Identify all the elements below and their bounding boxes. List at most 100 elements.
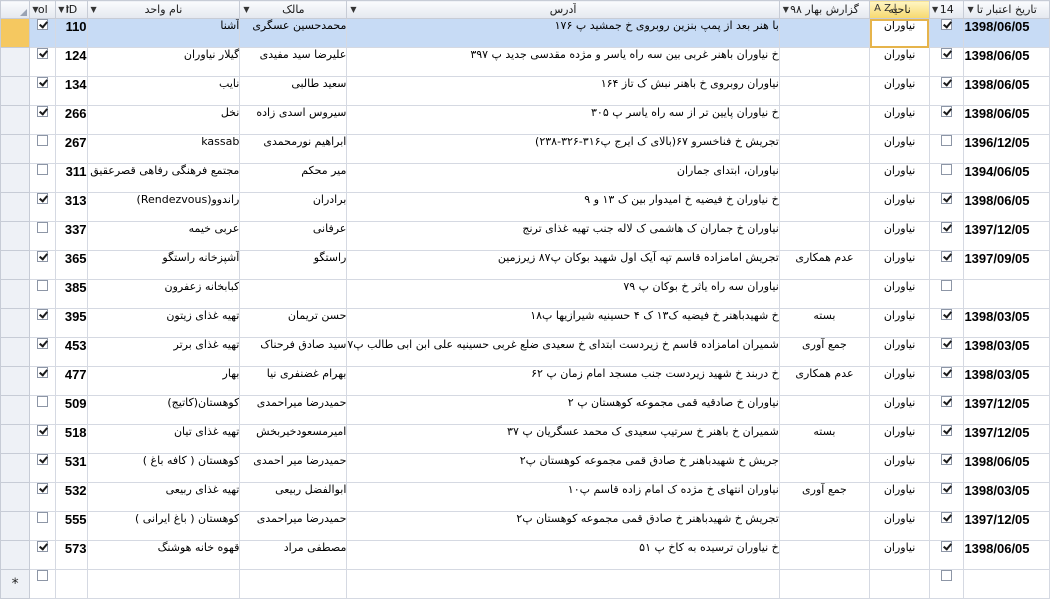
report-cell[interactable]: [778, 511, 871, 541]
c14-checkbox[interactable]: [941, 164, 953, 175]
ol-checkbox[interactable]: [37, 309, 49, 320]
record-selector[interactable]: [0, 337, 31, 367]
owner-cell[interactable]: عرفانی: [239, 221, 348, 251]
address-cell[interactable]: تجریش خ فناخسرو ۶۷(بالای ک ایرج پ۳۱۶-۳۲۶…: [346, 134, 780, 164]
ol-cell[interactable]: [29, 18, 57, 48]
report-cell[interactable]: بسته: [778, 424, 871, 454]
report-cell[interactable]: [778, 47, 871, 77]
region-cell[interactable]: نیاوران: [869, 18, 930, 48]
ol-checkbox[interactable]: [37, 280, 49, 291]
ol-cell[interactable]: [29, 569, 57, 599]
address-cell[interactable]: خ نیاوران خ فیضیه خ امیدوار بین ک ۱۳ و ۹: [346, 192, 780, 222]
table-row[interactable]: 266 نخل سیروس اسدی زاده خ نیاوران پایین …: [0, 105, 1050, 135]
table-row[interactable]: 311 مجتمع فرهنگی رفاهی قصرعقیق میر محکم …: [0, 163, 1050, 193]
ol-cell[interactable]: [29, 540, 57, 570]
table-row[interactable]: 110 آشنا محمدحسین عسگری با هنر بعد از پم…: [0, 18, 1050, 48]
owner-cell[interactable]: حمیدرضا میراحمدی: [239, 511, 348, 541]
ol-cell[interactable]: [29, 76, 57, 106]
region-cell[interactable]: نیاوران: [869, 511, 930, 541]
c14-cell[interactable]: [928, 453, 965, 483]
owner-cell[interactable]: ابوالفضل ربیعی: [239, 482, 348, 512]
c14-checkbox[interactable]: [941, 425, 953, 436]
region-cell[interactable]: نیاوران: [869, 163, 930, 193]
region-cell[interactable]: نیاوران: [869, 250, 930, 280]
region-cell[interactable]: نیاوران: [869, 279, 930, 309]
region-cell[interactable]: نیاوران: [869, 337, 930, 367]
unit-name-cell[interactable]: کوهستان ( کافه باغ ): [86, 453, 241, 483]
address-cell[interactable]: [346, 569, 780, 599]
new-record-row[interactable]: *: [0, 569, 1050, 599]
region-cell[interactable]: نیاوران: [869, 47, 930, 77]
unit-name-cell[interactable]: عربی خیمه: [86, 221, 241, 251]
c14-checkbox[interactable]: [941, 135, 953, 146]
id-cell[interactable]: 531: [55, 453, 88, 483]
region-cell[interactable]: نیاوران: [869, 366, 930, 396]
table-row[interactable]: 573 قهوه خانه هوشنگ مصطفی مراد خ نیاوران…: [0, 540, 1050, 570]
unit-name-cell[interactable]: تهیه غذای تیان: [86, 424, 241, 454]
unit-name-cell[interactable]: کوهستان(کاتیج): [86, 395, 241, 425]
c14-cell[interactable]: [928, 337, 965, 367]
record-selector[interactable]: [0, 76, 31, 106]
record-selector[interactable]: [0, 134, 31, 164]
record-selector[interactable]: [0, 540, 31, 570]
address-cell[interactable]: شمیران خ باهنر خ سرتیپ سعیدی ک محمد عسگر…: [346, 424, 780, 454]
unit-name-cell[interactable]: تهیه غذای برتر: [86, 337, 241, 367]
c14-cell[interactable]: [928, 221, 965, 251]
ol-checkbox[interactable]: [37, 454, 49, 465]
owner-cell[interactable]: سیروس اسدی زاده: [239, 105, 348, 135]
valid-date-cell[interactable]: 1396/12/05: [963, 134, 1050, 164]
dropdown-arrow-icon[interactable]: ▼: [967, 5, 973, 14]
region-cell[interactable]: [869, 569, 930, 599]
sort-ascending-icon[interactable]: ↑▼: [58, 5, 71, 14]
region-cell[interactable]: نیاوران: [869, 424, 930, 454]
valid-date-cell[interactable]: 1398/03/05: [963, 337, 1050, 367]
ol-cell[interactable]: [29, 163, 57, 193]
table-row[interactable]: 531 کوهستان ( کافه باغ ) حمیدرضا میر احم…: [0, 453, 1050, 483]
table-row[interactable]: 518 تهیه غذای تیان امیرمسعودخیربخش شمیرا…: [0, 424, 1050, 454]
ol-checkbox[interactable]: [37, 222, 49, 233]
id-cell[interactable]: 453: [55, 337, 88, 367]
region-cell[interactable]: نیاوران: [869, 76, 930, 106]
valid-date-cell[interactable]: 1398/06/05: [963, 192, 1050, 222]
c14-cell[interactable]: [928, 47, 965, 77]
c14-checkbox[interactable]: [941, 396, 953, 407]
id-cell[interactable]: 573: [55, 540, 88, 570]
valid-date-cell[interactable]: 1394/06/05: [963, 163, 1050, 193]
c14-cell[interactable]: [928, 540, 965, 570]
record-selector[interactable]: [0, 279, 31, 309]
c14-cell[interactable]: [928, 18, 965, 48]
c14-cell[interactable]: [928, 76, 965, 106]
unit-name-cell[interactable]: آشپزخانه راستگو: [86, 250, 241, 280]
ol-cell[interactable]: [29, 424, 57, 454]
owner-cell[interactable]: میر محکم: [239, 163, 348, 193]
c14-cell[interactable]: [928, 395, 965, 425]
region-cell[interactable]: نیاوران: [869, 395, 930, 425]
valid-date-cell[interactable]: 1398/06/05: [963, 47, 1050, 77]
region-cell[interactable]: نیاوران: [869, 221, 930, 251]
address-cell[interactable]: خ شهیدباهنر خ فیضیه ک۱۳ ک ۴ حسینیه شیراز…: [346, 308, 780, 338]
ol-checkbox[interactable]: [37, 251, 49, 262]
c14-checkbox[interactable]: [941, 106, 953, 117]
column-header-14[interactable]: 14 ▼: [928, 0, 965, 19]
ol-checkbox[interactable]: [37, 193, 49, 204]
record-selector[interactable]: [0, 308, 31, 338]
unit-name-cell[interactable]: kassab: [86, 134, 241, 164]
table-row[interactable]: 509 کوهستان(کاتیج) حمیدرضا میراحمدی نیاو…: [0, 395, 1050, 425]
id-cell[interactable]: 337: [55, 221, 88, 251]
c14-checkbox[interactable]: [941, 338, 953, 349]
report-cell[interactable]: [778, 221, 871, 251]
c14-cell[interactable]: [928, 163, 965, 193]
owner-cell[interactable]: سید صادق فرحناک: [239, 337, 348, 367]
owner-cell[interactable]: حسن تریمان: [239, 308, 348, 338]
record-selector[interactable]: [0, 105, 31, 135]
owner-cell[interactable]: علیرضا سید مفیدی: [239, 47, 348, 77]
unit-name-cell[interactable]: مجتمع فرهنگی رفاهی قصرعقیق: [86, 163, 241, 193]
c14-checkbox[interactable]: [941, 309, 953, 320]
c14-cell[interactable]: [928, 511, 965, 541]
c14-checkbox[interactable]: [941, 280, 953, 291]
valid-date-cell[interactable]: 1397/12/05: [963, 395, 1050, 425]
report-cell[interactable]: [778, 540, 871, 570]
region-cell[interactable]: نیاوران: [869, 134, 930, 164]
dropdown-arrow-icon[interactable]: ▼: [932, 5, 938, 14]
sort-ascending-icon[interactable]: ↓A Z: [874, 3, 899, 14]
